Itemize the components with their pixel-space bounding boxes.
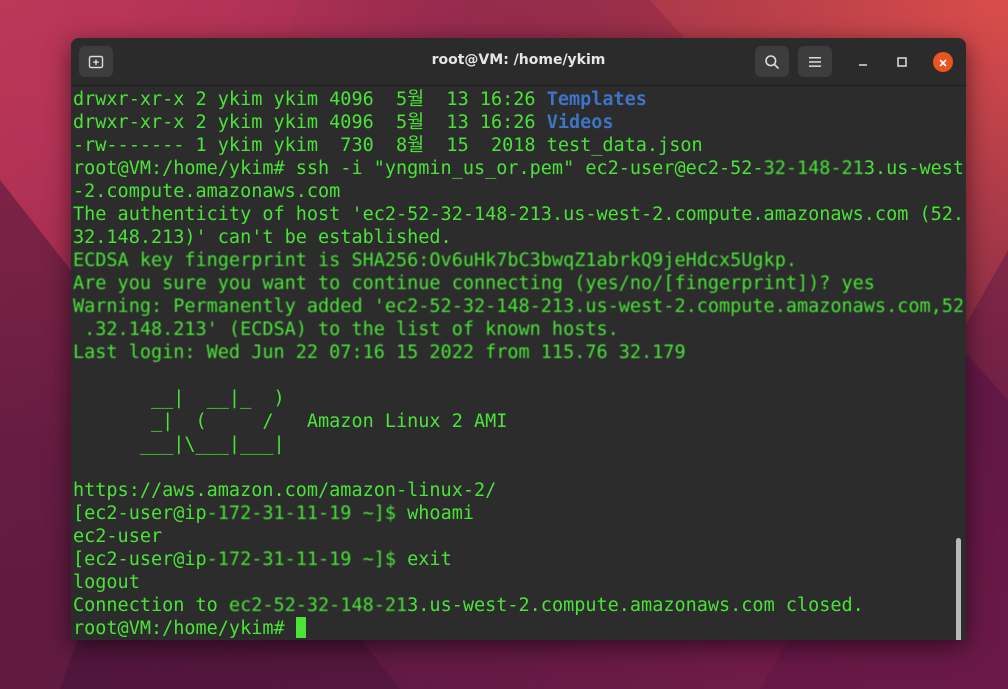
maximize-icon (896, 53, 908, 72)
terminal-line: ec2-user (73, 526, 163, 547)
line-text: [ec2-user@ip (73, 549, 207, 570)
obscured-text: -172-31-11-19 ~]$ (206, 503, 397, 524)
line-text: [ec2-user@ip (73, 503, 207, 524)
obscured-line: .32.148.213' (ECDSA) to the list of know… (73, 319, 619, 340)
terminal-line: -2.compute.amazonaws.com (73, 181, 341, 202)
title-bar: root@VM: /home/ykim (71, 38, 966, 86)
maximize-button[interactable] (891, 51, 913, 73)
search-icon (764, 54, 780, 70)
terminal-line: [ec2-user@ip-172-31-11-19 ~]$ whoami (73, 502, 966, 525)
prompt-text: root@VM:/home/ykim# (73, 618, 296, 639)
menu-button[interactable] (798, 46, 832, 77)
terminal-output[interactable]: drwxr-xr-x 2 ykim ykim 4096 5월 13 16:26 … (71, 86, 966, 640)
line-text: Connection to (73, 595, 218, 616)
obscured-text: 32-148-21 (763, 158, 864, 179)
terminal-line: https://aws.amazon.com/amazon-linux-2/ (73, 480, 497, 501)
terminal-line: drwxr-xr-x 2 ykim ykim 4096 5월 13 16:26 … (73, 88, 966, 111)
directory-name: Templates (546, 89, 647, 110)
line-text: drwxr-xr-x 2 ykim ykim 4096 5월 13 16:26 (73, 112, 547, 133)
search-button[interactable] (755, 46, 789, 77)
terminal-line: 32.148.213)' can't be established. (73, 227, 452, 248)
hamburger-menu-icon (808, 56, 822, 68)
obscured-line: Warning: Permanently added 'ec2-52-32-14… (73, 296, 965, 317)
terminal-window: root@VM: /home/ykim drwxr-xr-x 2 ykim yk… (71, 38, 966, 640)
obscured-line: Last login: Wed Jun 22 07:16 15 2022 fro… (73, 342, 686, 363)
prompt-line[interactable]: root@VM:/home/ykim# (73, 617, 966, 640)
terminal-line: root@VM:/home/ykim# ssh -i "yngmin_us_or… (73, 157, 966, 180)
terminal-line: -rw------- 1 ykim ykim 730 8월 15 2018 te… (73, 135, 703, 156)
line-text: whoami (396, 503, 474, 524)
terminal-line: The authenticity of host 'ec2-52-32-148-… (73, 204, 965, 225)
directory-name: Videos (546, 112, 614, 133)
terminal-line: [ec2-user@ip-172-31-11-19 ~]$ exit (73, 548, 966, 571)
close-button[interactable] (933, 52, 953, 72)
obscured-line: ECDSA key fingerprint is SHA256:Ov6uHk7b… (73, 250, 797, 271)
ascii-art-line: __| __|_ ) (73, 388, 285, 409)
minimize-button[interactable] (852, 51, 874, 73)
ascii-art-line: _| ( / Amazon Linux 2 AMI (73, 411, 508, 432)
terminal-line: logout (73, 572, 140, 593)
minimize-icon (857, 53, 869, 72)
terminal-line: Connection to ec2-52-32-148-213.us-west-… (73, 594, 966, 617)
line-text: exit (396, 549, 452, 570)
ascii-art-line: ___|\___|___| (73, 434, 285, 455)
line-text: root@VM:/home/ykim# ssh -i "yngmin_us_or… (73, 158, 764, 179)
text-cursor (295, 617, 306, 638)
obscured-text: -172-31-11-19 ~]$ (206, 549, 397, 570)
line-text: 3.us-west-2.compute.amazonaws.com closed… (407, 595, 864, 616)
terminal-line: drwxr-xr-x 2 ykim ykim 4096 5월 13 16:26 … (73, 111, 966, 134)
line-text: 3.us-west (863, 158, 965, 179)
obscured-line: Are you sure you want to continue connec… (73, 273, 875, 294)
scrollbar[interactable] (956, 538, 961, 640)
obscured-text: ec2-52-32-148-21 (217, 595, 408, 616)
line-text: drwxr-xr-x 2 ykim ykim 4096 5월 13 16:26 (73, 89, 547, 110)
close-icon (938, 53, 948, 72)
